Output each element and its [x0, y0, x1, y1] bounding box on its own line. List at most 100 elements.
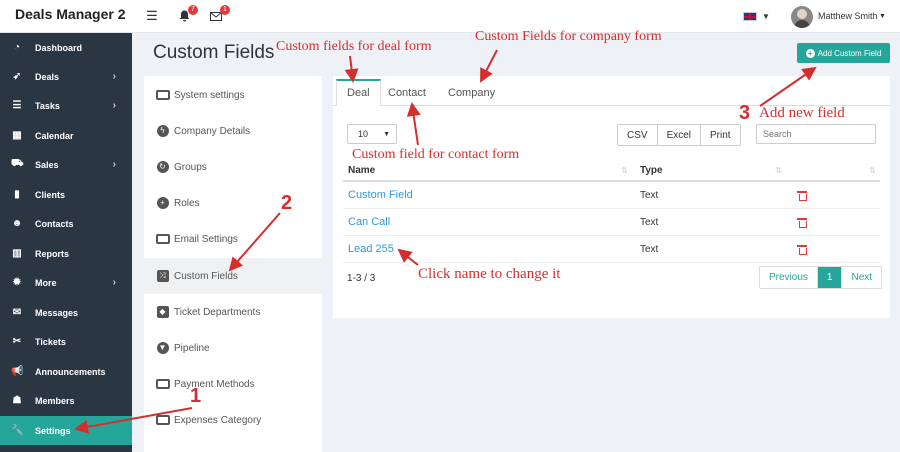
bullhorn-icon: 📢	[11, 366, 24, 377]
add-custom-field-button[interactable]: + Add Custom Field	[797, 43, 890, 63]
field-type: Text	[640, 217, 659, 228]
tab-company[interactable]: Company	[448, 79, 495, 106]
column-header-type[interactable]: Type	[640, 165, 663, 176]
next-button[interactable]: Next	[842, 267, 881, 288]
uk-flag-icon[interactable]	[743, 12, 757, 21]
settings-menu-label: Roles	[174, 197, 200, 209]
user-name[interactable]: Matthew Smith	[818, 11, 878, 21]
chevron-down-icon: ▼	[383, 130, 390, 138]
sidebar-item-tickets[interactable]: ✂ Tickets	[0, 327, 132, 356]
field-type: Text	[640, 244, 659, 255]
sidebar-item-announcements[interactable]: 📢 Announcements	[0, 357, 132, 386]
settings-menu-label: Groups	[174, 161, 207, 173]
sort-icon[interactable]: ⇅	[869, 166, 876, 175]
sidebar-item-reports[interactable]: ▥ Reports	[0, 239, 132, 268]
sidebar-item-label: Sales	[35, 159, 59, 170]
row-divider	[343, 262, 880, 263]
sidebar-item-deals[interactable]: ➶ Deals ›	[0, 62, 132, 91]
sidebar-item-more[interactable]: ✹ More ›	[0, 268, 132, 297]
cart-icon: ⛟	[11, 158, 24, 169]
field-name-link[interactable]: Custom Field	[348, 189, 413, 201]
settings-menu-item-custom-fields[interactable]: ⤨ Custom Fields	[144, 258, 322, 294]
envelope-icon[interactable]: 1	[208, 5, 230, 24]
monitor-icon	[155, 90, 170, 101]
annotation-number-2: 2	[281, 192, 293, 214]
sidebar-item-label: Members	[35, 395, 75, 406]
sidebar-item-calendar[interactable]: ▦ Calendar	[0, 121, 132, 150]
tab-contact[interactable]: Contact	[388, 79, 426, 106]
settings-menu-item-ticket-departments[interactable]: ◆ Ticket Departments	[144, 294, 322, 330]
sort-icon[interactable]: ⇅	[621, 166, 628, 175]
settings-menu-item-system-settings[interactable]: System settings	[144, 77, 322, 113]
envelope-icon: ✉	[12, 307, 22, 318]
trash-icon[interactable]	[797, 245, 807, 255]
bell-icon[interactable]: 7	[176, 5, 198, 24]
column-header-name[interactable]: Name	[348, 165, 375, 176]
chevron-down-icon[interactable]: ▼	[879, 13, 886, 20]
field-name-link[interactable]: Can Call	[348, 216, 390, 228]
app-brand[interactable]: Deals Manager 2	[15, 6, 126, 22]
sidebar-item-tasks[interactable]: ☰ Tasks ›	[0, 91, 132, 120]
building-icon: ▮	[14, 189, 20, 200]
settings-menu-label: Company Details	[174, 125, 251, 137]
random-icon: ⤨	[155, 270, 170, 282]
bolt-icon: ϟ	[155, 125, 170, 137]
filter-icon: ▼	[155, 342, 170, 354]
settings-menu-item-groups[interactable]: ↻ Groups	[144, 149, 322, 185]
settings-menu-item-roles[interactable]: + Roles	[144, 185, 322, 221]
previous-button[interactable]: Previous	[760, 267, 818, 288]
pagination: Previous 1 Next	[759, 266, 883, 289]
sidebar-item-dashboard[interactable]: ◔ Dashboard	[0, 33, 132, 62]
trash-icon[interactable]	[797, 218, 807, 228]
rocket-icon: ➶	[12, 71, 22, 82]
table-header-divider	[343, 180, 880, 182]
sidebar-item-label: Messages	[35, 307, 79, 318]
tab-deal[interactable]: Deal	[336, 79, 381, 106]
page-1-button[interactable]: 1	[817, 267, 843, 288]
settings-menu-item-company-details[interactable]: ϟ Company Details	[144, 113, 322, 149]
tag-icon: ◆	[155, 306, 170, 318]
avatar[interactable]	[791, 6, 813, 28]
annotation-add-field: Add new field	[759, 105, 845, 121]
credit-card-icon	[155, 379, 170, 390]
chevron-right-icon: ›	[112, 159, 116, 170]
settings-menu-item-payment-methods[interactable]: Payment Methods	[144, 366, 322, 402]
hamburger-icon[interactable]: ☰	[144, 8, 160, 24]
sidebar-item-settings[interactable]: 🔧 Settings	[0, 416, 132, 445]
sort-icon[interactable]: ⇅	[775, 166, 782, 175]
sidebar-item-label: Deals	[35, 71, 60, 82]
csv-button[interactable]: CSV	[618, 125, 658, 145]
settings-menu-item-pipeline[interactable]: ▼ Pipeline	[144, 330, 322, 366]
dashboard-icon: ◔	[13, 42, 21, 53]
annotation-number-3: 3	[739, 102, 751, 124]
sidebar-item-messages[interactable]: ✉ Messages	[0, 298, 132, 327]
trash-icon[interactable]	[797, 191, 807, 201]
tag-icon: ✂	[12, 336, 22, 347]
annotation-company-form: Custom Fields for company form	[475, 29, 662, 44]
annotation-click-name: Click name to change it	[418, 266, 561, 282]
sidebar-item-label: Contacts	[35, 218, 74, 229]
chevron-right-icon: ›	[112, 277, 116, 288]
settings-menu-item-expenses-category[interactable]: Expenses Category	[144, 402, 322, 438]
chevron-right-icon: ›	[112, 71, 116, 82]
search-input[interactable]	[756, 124, 876, 144]
chevron-down-icon[interactable]: ▼	[762, 12, 770, 21]
sidebar-item-clients[interactable]: ▮ Clients	[0, 180, 132, 209]
sidebar-item-contacts[interactable]: ☻ Contacts	[0, 209, 132, 238]
settings-menu-item-email-settings[interactable]: Email Settings	[144, 221, 322, 257]
plus-circle-icon: +	[155, 197, 170, 209]
field-name-link[interactable]: Lead 255	[348, 243, 394, 255]
page-size-select[interactable]: 10 ▼	[347, 124, 397, 144]
excel-button[interactable]: Excel	[657, 125, 702, 145]
money-icon	[155, 415, 170, 426]
settings-menu: System settings ϟ Company Details ↻ Groups + R…	[144, 76, 322, 452]
row-divider	[343, 235, 880, 236]
record-count: 1-3 / 3	[347, 273, 376, 284]
settings-menu-label: Ticket Departments	[174, 306, 261, 318]
sidebar-item-sales[interactable]: ⛟ Sales ›	[0, 150, 132, 179]
settings-menu-label: System settings	[174, 89, 245, 101]
users-icon: ☻	[11, 218, 23, 229]
sidebar-item-label: Announcements	[35, 366, 106, 377]
print-button[interactable]: Print	[701, 125, 740, 145]
sidebar-item-members[interactable]: ☗ Members	[0, 386, 132, 415]
